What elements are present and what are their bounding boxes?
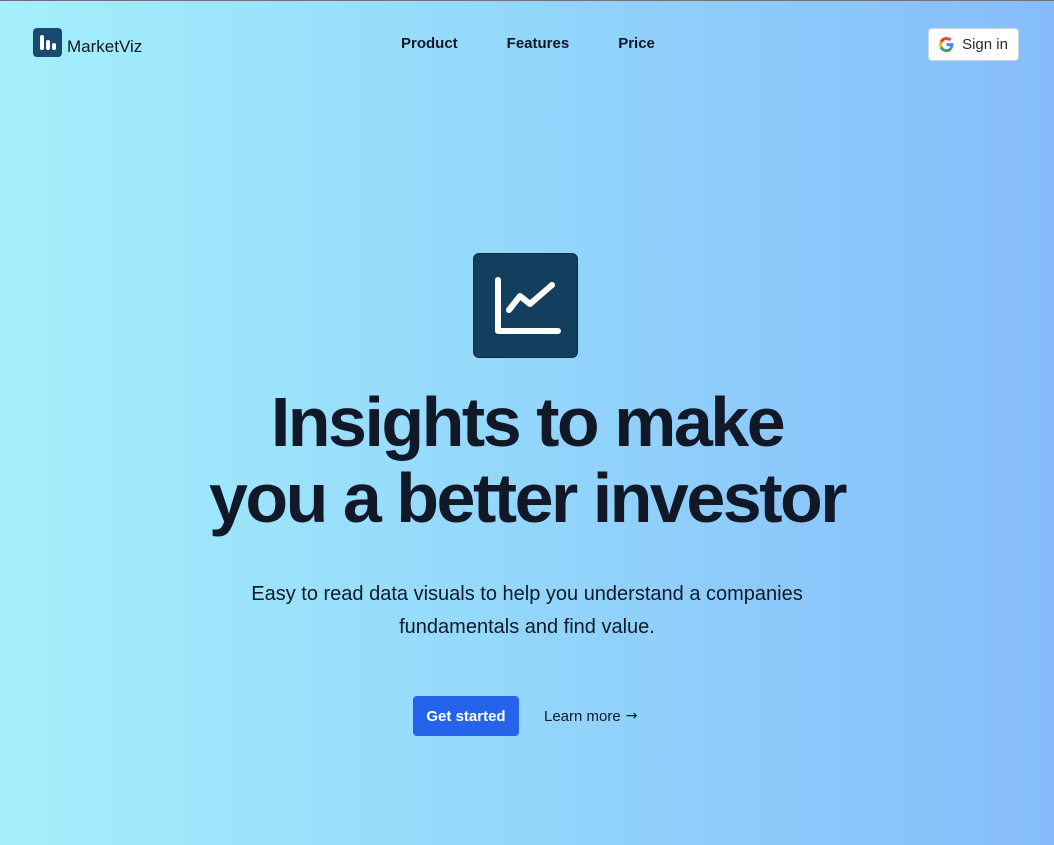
subtitle-line-1: Easy to read data visuals to help you un… [251,583,803,605]
hero-headline: Insights to make you a better investor [0,384,1054,536]
headline-line-1: Insights to make [270,383,786,461]
sign-in-label: Sign in [962,36,1008,53]
subtitle-line-2: fundamentals and find value. [399,616,655,638]
headline-line-2: you a better investor [208,459,848,537]
nav-links: Product Features Price [401,34,655,54]
learn-more-link[interactable]: Learn more → [544,708,637,725]
line-chart-icon [473,253,578,358]
sign-in-button[interactable]: Sign in [928,28,1019,61]
nav-link-price[interactable]: Price [618,34,655,54]
nav-link-features[interactable]: Features [507,34,570,54]
hero-subtitle: Easy to read data visuals to help you un… [227,578,827,644]
learn-more-label: Learn more [544,707,621,725]
top-navigation: MarketViz Product Features Price Sign in [0,1,1054,87]
hero-actions: Get started Learn more → [413,696,637,736]
brand-name: MarketViz [67,37,143,56]
get-started-button[interactable]: Get started [413,696,519,736]
arrow-right-icon: → [625,708,638,724]
google-icon [939,37,954,52]
nav-link-product[interactable]: Product [401,34,458,54]
bar-chart-icon [33,28,62,57]
brand-logo[interactable]: MarketViz [33,28,142,57]
